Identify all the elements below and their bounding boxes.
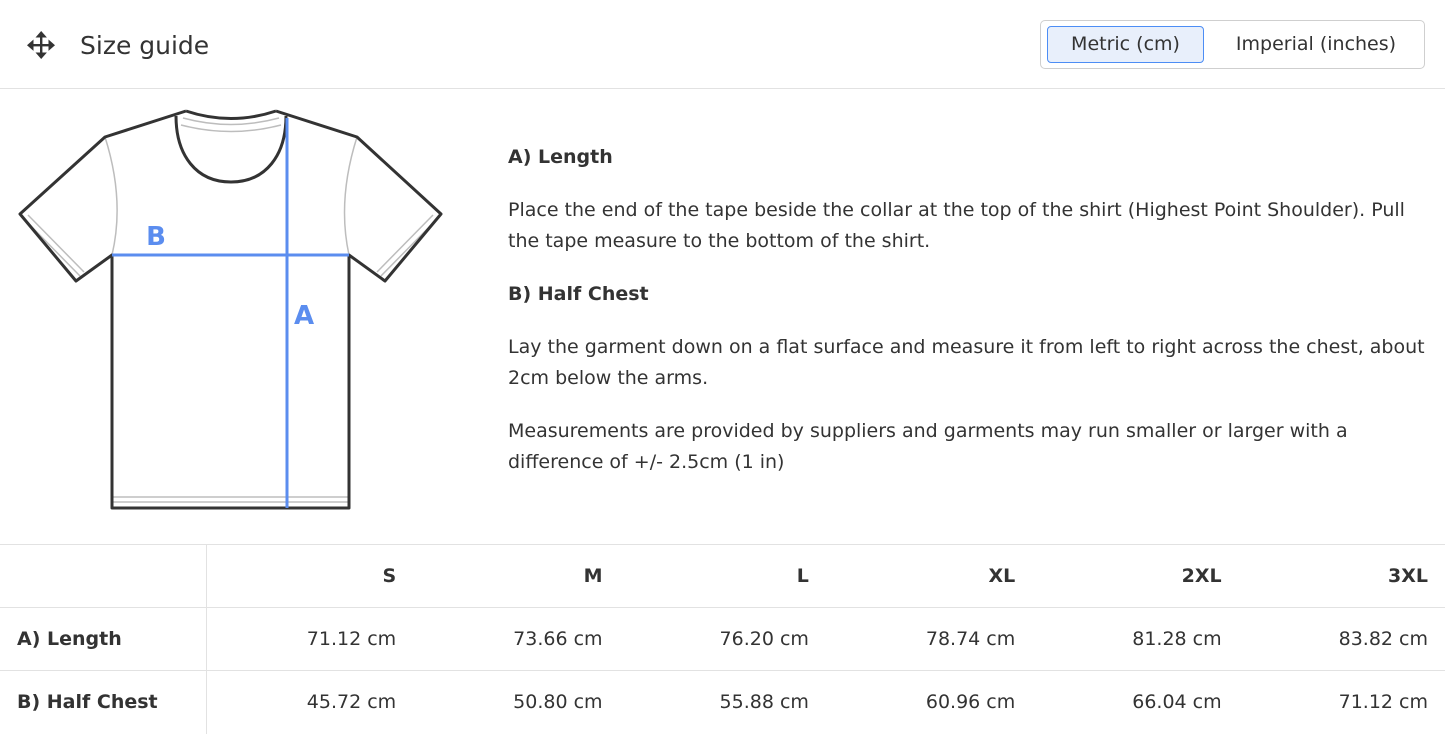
measurement-cell: 45.72 cm [206, 670, 414, 734]
measurement-description: A) Length Place the end of the tape besi… [508, 142, 1433, 500]
measurement-cell: 55.88 cm [619, 670, 826, 734]
row-label: A) Length [0, 607, 207, 671]
unit-toggle: Metric (cm) Imperial (inches) [1040, 20, 1425, 69]
measurement-cell: 66.04 cm [1032, 670, 1239, 734]
length-text: Place the end of the tape beside the col… [508, 199, 1405, 252]
label-b: B [146, 222, 166, 252]
table-row: A) Length 71.12 cm 73.66 cm 76.20 cm 78.… [0, 607, 1445, 671]
table-row: B) Half Chest 45.72 cm 50.80 cm 55.88 cm… [0, 670, 1445, 734]
row-label: B) Half Chest [0, 670, 207, 734]
chest-text: Lay the garment down on a flat surface a… [508, 336, 1425, 389]
measurement-cell: 83.82 cm [1238, 607, 1445, 671]
measurement-cell: 78.74 cm [825, 607, 1033, 671]
size-table: S M L XL 2XL 3XL A) Length 71.12 cm 73.6… [0, 544, 1445, 734]
imperial-button[interactable]: Imperial (inches) [1221, 26, 1411, 63]
size-header: L [619, 544, 826, 608]
metric-button[interactable]: Metric (cm) [1047, 26, 1204, 63]
corner-cell [0, 544, 207, 608]
measurement-cell: 60.96 cm [825, 670, 1033, 734]
tolerance-note: Measurements are provided by suppliers a… [508, 420, 1348, 473]
size-header: S [206, 544, 414, 608]
measurement-cell: 71.12 cm [206, 607, 414, 671]
move-arrows-icon[interactable] [26, 30, 56, 60]
measurement-cell: 81.28 cm [1032, 607, 1239, 671]
size-header: XL [825, 544, 1033, 608]
size-header-row: S M L XL 2XL 3XL [0, 544, 1445, 608]
measurement-cell: 50.80 cm [413, 670, 620, 734]
size-header: 3XL [1238, 544, 1445, 608]
chest-heading: B) Half Chest [508, 283, 649, 305]
size-header: 2XL [1032, 544, 1239, 608]
measurement-cell: 71.12 cm [1238, 670, 1445, 734]
length-heading: A) Length [508, 146, 613, 168]
page-title: Size guide [80, 31, 210, 60]
tshirt-diagram: A B [18, 109, 443, 510]
size-header: M [413, 544, 620, 608]
measurement-cell: 73.66 cm [413, 607, 620, 671]
size-guide-header: Size guide Metric (cm) Imperial (inches) [0, 0, 1445, 89]
measurement-cell: 76.20 cm [619, 607, 826, 671]
label-a: A [294, 301, 314, 331]
